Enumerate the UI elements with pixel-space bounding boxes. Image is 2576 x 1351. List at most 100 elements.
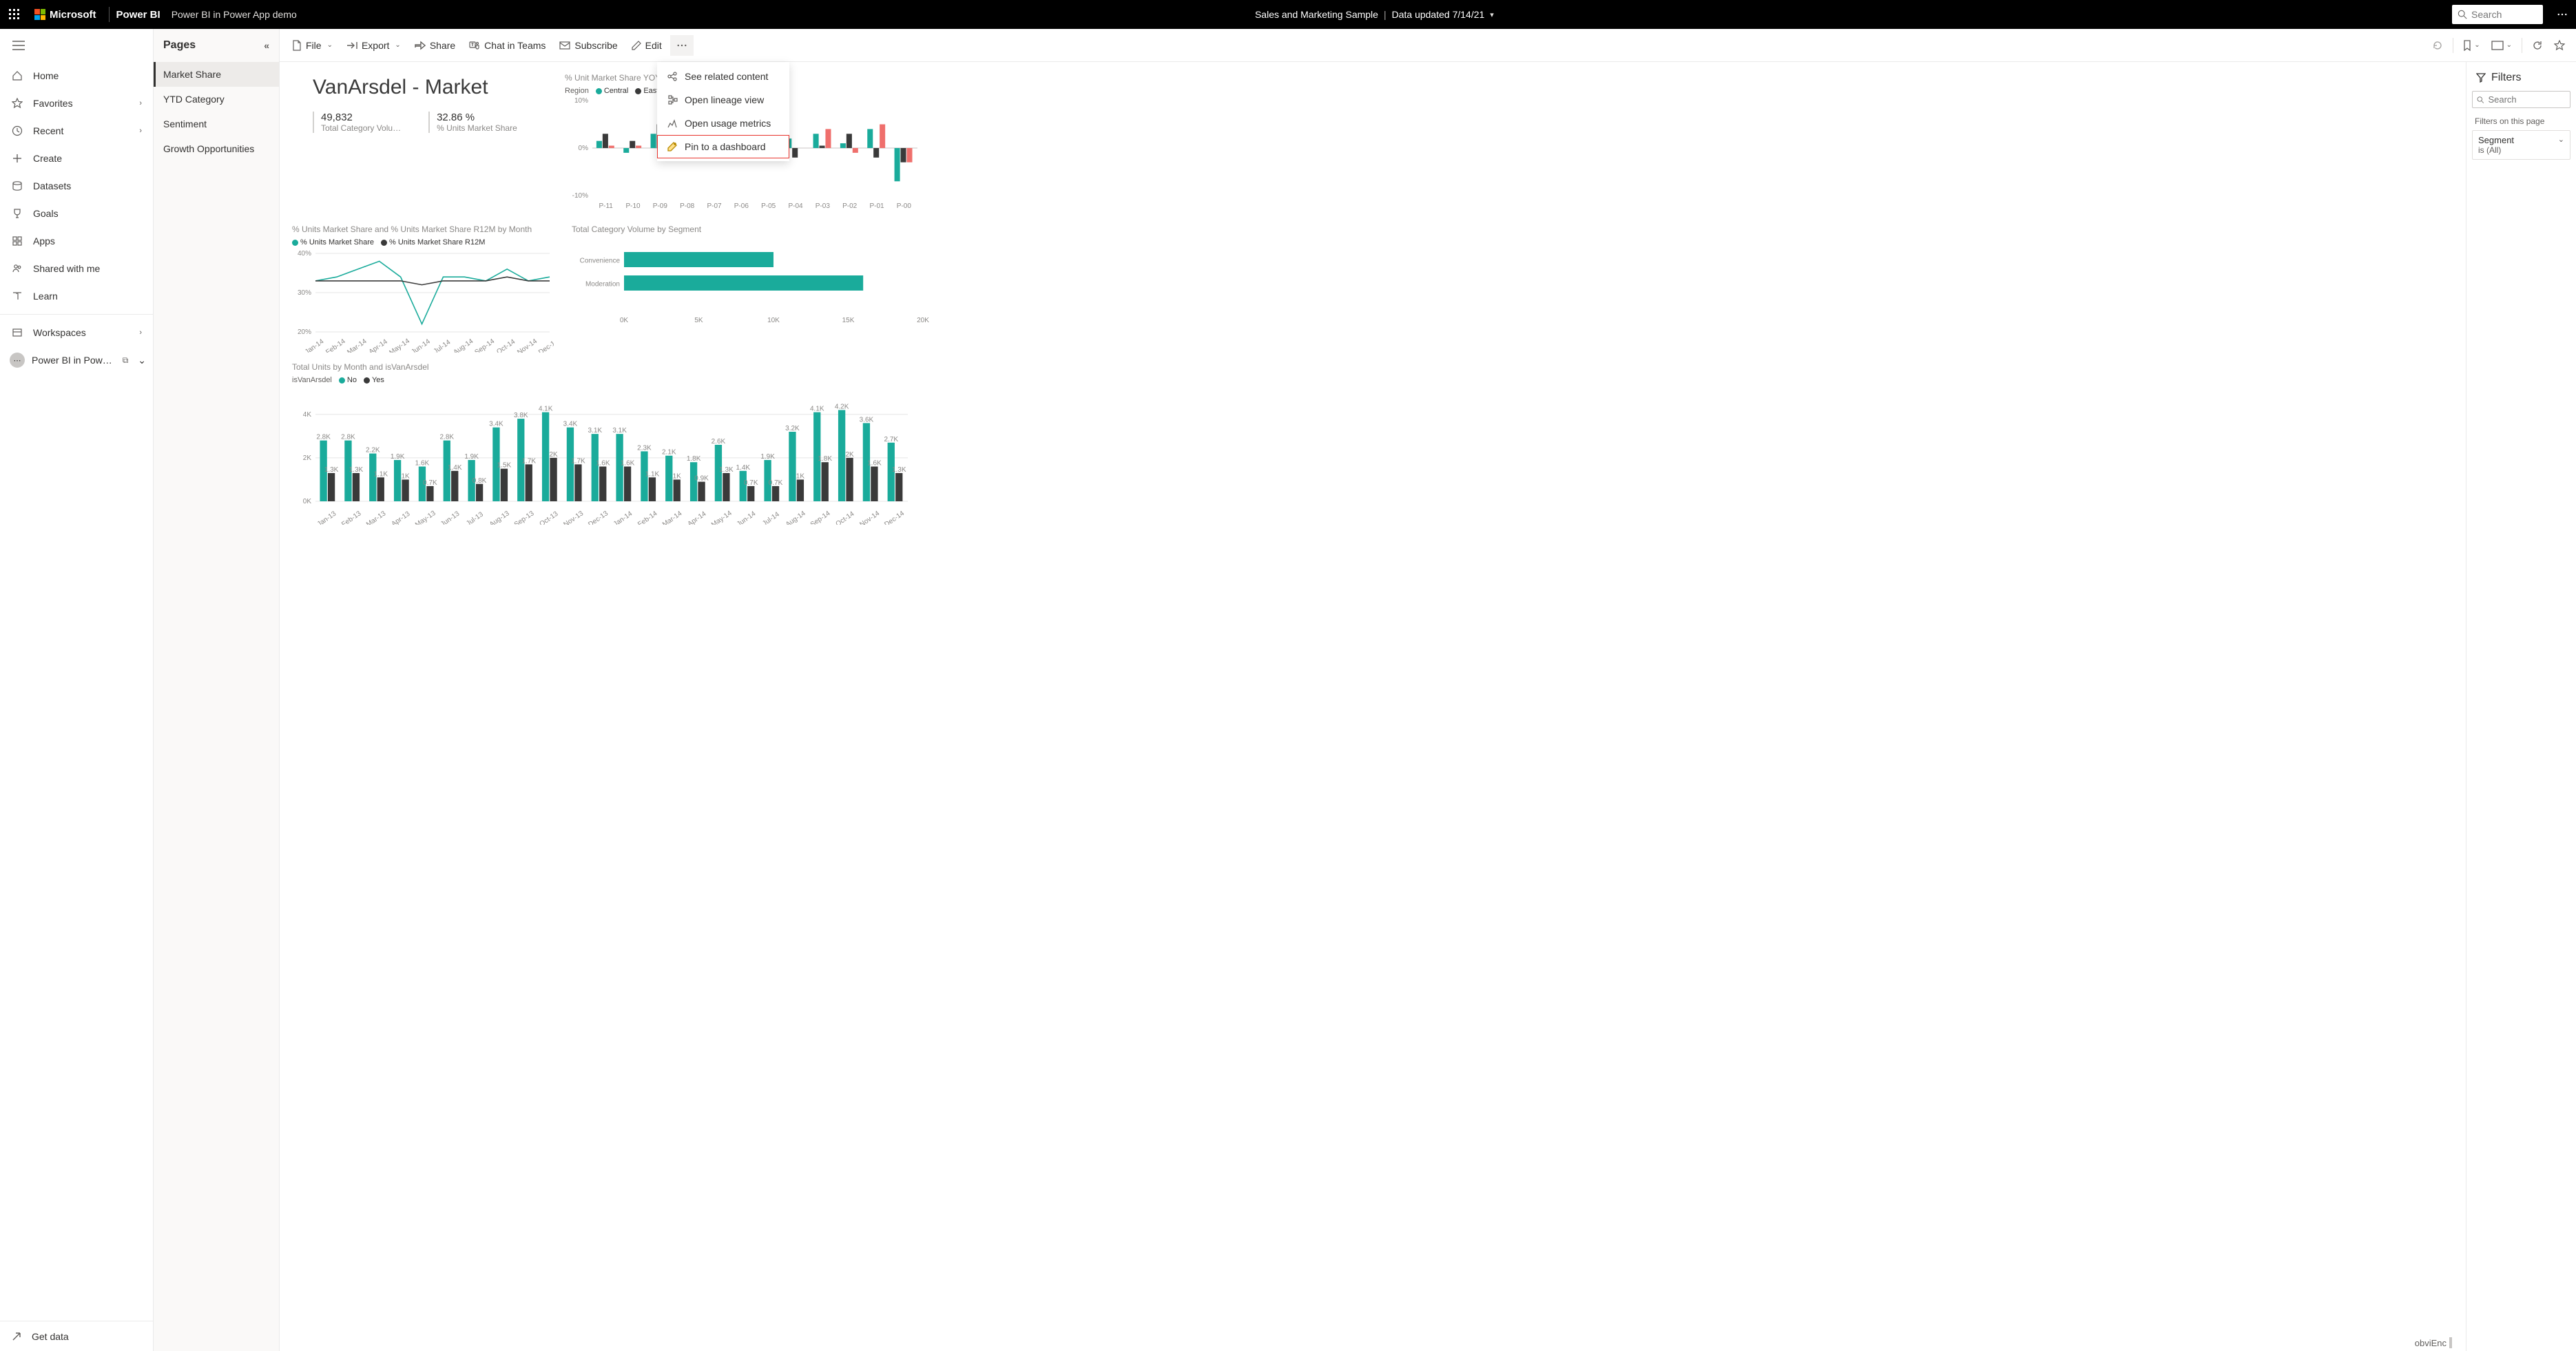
svg-text:3.6K: 3.6K bbox=[860, 416, 874, 423]
filter-search-input[interactable] bbox=[2488, 94, 2566, 105]
page-tab[interactable]: Market Share bbox=[154, 62, 279, 87]
svg-text:Apr-13: Apr-13 bbox=[391, 510, 412, 525]
subscribe-button[interactable]: Subscribe bbox=[554, 36, 623, 55]
report-title: VanArsdel - Market bbox=[313, 76, 547, 99]
menu-item[interactable]: See related content bbox=[657, 65, 789, 88]
chevron-down-icon: ⌄ bbox=[395, 41, 400, 49]
bookmark-button[interactable]: ⌄ bbox=[2459, 36, 2484, 55]
chevron-down-icon[interactable]: ▾ bbox=[1490, 10, 1494, 19]
chart-units-month[interactable]: Total Units by Month and isVanArsdel isV… bbox=[292, 362, 2453, 525]
nav-datasets[interactable]: Datasets bbox=[0, 172, 153, 200]
workspace-name[interactable]: Power BI in Power App demo bbox=[167, 9, 297, 20]
svg-text:1.8K: 1.8K bbox=[687, 455, 701, 463]
nav-favorites[interactable]: Favorites› bbox=[0, 90, 153, 117]
svg-text:1.5K: 1.5K bbox=[497, 462, 512, 470]
teams-icon bbox=[469, 40, 480, 51]
content-area: File⌄ Export⌄ Share Chat in Teams Subscr… bbox=[280, 29, 2576, 1351]
refresh-button[interactable] bbox=[2528, 36, 2547, 55]
breadcrumb[interactable]: Sales and Marketing Sample | Data update… bbox=[297, 9, 2452, 20]
chart-yoy[interactable]: % Unit Market Share YOY Change by Region… bbox=[565, 73, 2453, 215]
nav-get-data[interactable]: Get data bbox=[0, 1321, 153, 1351]
chevron-right-icon: › bbox=[139, 127, 142, 135]
svg-text:May-14: May-14 bbox=[710, 510, 734, 525]
nav-workspaces[interactable]: Workspaces› bbox=[0, 319, 153, 346]
svg-text:May-13: May-13 bbox=[414, 510, 437, 525]
nav-apps[interactable]: Apps bbox=[0, 227, 153, 255]
svg-text:P-08: P-08 bbox=[680, 202, 695, 210]
trophy-icon bbox=[11, 208, 23, 219]
topbar-more-icon[interactable] bbox=[2548, 8, 2576, 21]
page-tab[interactable]: Sentiment bbox=[154, 112, 279, 136]
view-button[interactable]: ⌄ bbox=[2487, 36, 2516, 54]
actionbar-more-button[interactable] bbox=[670, 35, 694, 56]
global-search[interactable] bbox=[2452, 5, 2543, 24]
page-tab[interactable]: YTD Category bbox=[154, 87, 279, 112]
workspace-avatar-icon: ⋯ bbox=[10, 353, 25, 368]
hamburger-icon[interactable] bbox=[0, 29, 153, 62]
chart-segment-bar[interactable]: Total Category Volume by Segment Conveni… bbox=[572, 224, 2453, 353]
nav-shared[interactable]: Shared with me bbox=[0, 255, 153, 282]
menu-item[interactable]: Pin to a dashboard bbox=[657, 135, 789, 158]
svg-text:10%: 10% bbox=[574, 98, 588, 105]
chat-teams-button[interactable]: Chat in Teams bbox=[464, 36, 551, 55]
svg-text:Mar-14: Mar-14 bbox=[346, 337, 368, 353]
svg-text:2.3K: 2.3K bbox=[637, 444, 652, 452]
pencil-icon bbox=[632, 41, 641, 50]
kpi-market-share[interactable]: 32.86 % % Units Market Share bbox=[428, 112, 517, 133]
chevron-down-icon[interactable]: ⌄ bbox=[2558, 135, 2564, 144]
svg-text:3.8K: 3.8K bbox=[514, 412, 528, 419]
svg-text:Jul-14: Jul-14 bbox=[433, 338, 453, 353]
svg-text:2K: 2K bbox=[549, 451, 558, 459]
chart-share-line[interactable]: % Units Market Share and % Units Market … bbox=[292, 224, 554, 353]
svg-text:Nov-14: Nov-14 bbox=[858, 510, 881, 525]
filters-pane: Filters Filters on this page Segment is … bbox=[2466, 62, 2576, 1351]
svg-text:2.8K: 2.8K bbox=[316, 434, 331, 441]
menu-item[interactable]: Open usage metrics bbox=[657, 112, 789, 135]
filter-search[interactable] bbox=[2472, 91, 2570, 108]
current-workspace[interactable]: ⋯ Power BI in Powe… ⧉ ⌄ bbox=[0, 346, 153, 374]
collapse-icon[interactable]: « bbox=[264, 40, 269, 51]
menu-item[interactable]: Open lineage view bbox=[657, 88, 789, 112]
favorite-button[interactable] bbox=[2550, 36, 2569, 55]
top-bar: Microsoft Power BI Power BI in Power App… bbox=[0, 0, 2576, 29]
nav-recent[interactable]: Recent› bbox=[0, 117, 153, 145]
page-tab[interactable]: Growth Opportunities bbox=[154, 136, 279, 161]
svg-text:Oct-13: Oct-13 bbox=[539, 510, 560, 525]
svg-text:-10%: -10% bbox=[572, 192, 588, 200]
edit-button[interactable]: Edit bbox=[626, 36, 667, 55]
svg-text:0.9K: 0.9K bbox=[694, 475, 709, 483]
search-icon bbox=[2477, 96, 2484, 104]
chevron-down-icon[interactable]: ⌄ bbox=[138, 355, 146, 366]
svg-text:1.3K: 1.3K bbox=[719, 466, 734, 474]
export-button[interactable]: Export⌄ bbox=[341, 36, 406, 55]
svg-text:0.8K: 0.8K bbox=[472, 477, 487, 485]
share-button[interactable]: Share bbox=[409, 36, 461, 55]
mail-icon bbox=[559, 41, 570, 50]
svg-text:1.4K: 1.4K bbox=[736, 464, 750, 472]
action-bar: File⌄ Export⌄ Share Chat in Teams Subscr… bbox=[280, 29, 2576, 62]
get-data-icon bbox=[11, 1331, 22, 1342]
svg-text:Jun-14: Jun-14 bbox=[736, 510, 758, 525]
svg-text:1.7K: 1.7K bbox=[521, 457, 536, 465]
reset-button[interactable] bbox=[2428, 36, 2447, 55]
nav-home[interactable]: Home bbox=[0, 62, 153, 90]
file-button[interactable]: File⌄ bbox=[287, 36, 338, 55]
search-icon bbox=[2458, 10, 2467, 19]
svg-text:1.1K: 1.1K bbox=[645, 470, 660, 478]
filter-card-segment[interactable]: Segment is (All) ⌄ bbox=[2472, 130, 2570, 160]
nav-goals[interactable]: Goals bbox=[0, 200, 153, 227]
svg-text:Feb-14: Feb-14 bbox=[324, 337, 347, 353]
app-launcher-icon[interactable] bbox=[0, 9, 29, 20]
app-name[interactable]: Power BI bbox=[116, 9, 167, 21]
svg-text:20K: 20K bbox=[917, 317, 929, 324]
svg-text:3.4K: 3.4K bbox=[489, 421, 503, 428]
microsoft-logo[interactable]: Microsoft bbox=[29, 9, 102, 21]
nav-create[interactable]: Create bbox=[0, 145, 153, 172]
svg-text:Mar-13: Mar-13 bbox=[365, 510, 388, 525]
svg-text:1.6K: 1.6K bbox=[867, 460, 882, 468]
svg-text:0K: 0K bbox=[303, 498, 312, 505]
pages-pane: Pages« Market ShareYTD CategorySentiment… bbox=[154, 29, 280, 1351]
kpi-total-volume[interactable]: 49,832 Total Category Volu… bbox=[313, 112, 401, 133]
search-input[interactable] bbox=[2471, 9, 2533, 20]
nav-learn[interactable]: Learn bbox=[0, 282, 153, 310]
